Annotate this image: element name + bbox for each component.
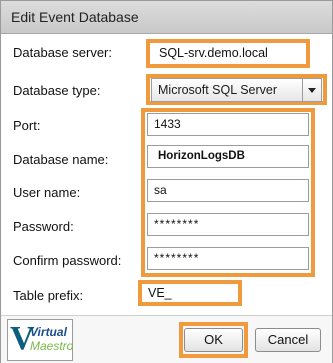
password-label: Password: <box>13 219 74 234</box>
cancel-button[interactable]: Cancel <box>255 328 321 352</box>
logo-text-line2: Maestro <box>30 339 74 353</box>
dropdown-button[interactable] <box>302 79 321 101</box>
dialog-titlebar[interactable]: Edit Event Database <box>1 1 332 34</box>
password-input[interactable]: ******** <box>147 213 309 236</box>
database-type-select[interactable]: Microsoft SQL Server <box>151 78 322 102</box>
database-type-label: Database type: <box>13 83 101 98</box>
table-prefix-input[interactable]: VE_ <box>142 284 238 302</box>
database-name-input[interactable]: HorizonLogsDB <box>147 145 309 168</box>
port-label: Port: <box>13 118 41 133</box>
user-name-input[interactable]: sa <box>147 179 309 202</box>
table-prefix-label: Table prefix: <box>13 288 84 303</box>
dialog-title: Edit Event Database <box>11 9 139 25</box>
port-input[interactable]: 1433 <box>147 113 309 136</box>
ok-button[interactable]: OK <box>184 328 243 352</box>
database-name-label: Database name: <box>13 152 109 167</box>
edit-event-database-dialog: Edit Event Database Database server: SQL… <box>0 0 333 363</box>
confirm-password-input[interactable]: ******** <box>147 247 309 270</box>
logo-text-line1: Virtual <box>30 325 67 339</box>
database-server-input[interactable]: SQL-srv.demo.local <box>151 43 305 64</box>
database-server-label: Database server: <box>13 45 112 60</box>
confirm-password-label: Confirm password: <box>13 253 122 268</box>
user-name-label: User name: <box>13 185 81 200</box>
database-type-value: Microsoft SQL Server <box>158 83 278 97</box>
chevron-down-icon <box>308 88 316 93</box>
virtual-maestro-logo: V Virtual Maestro <box>7 319 73 361</box>
